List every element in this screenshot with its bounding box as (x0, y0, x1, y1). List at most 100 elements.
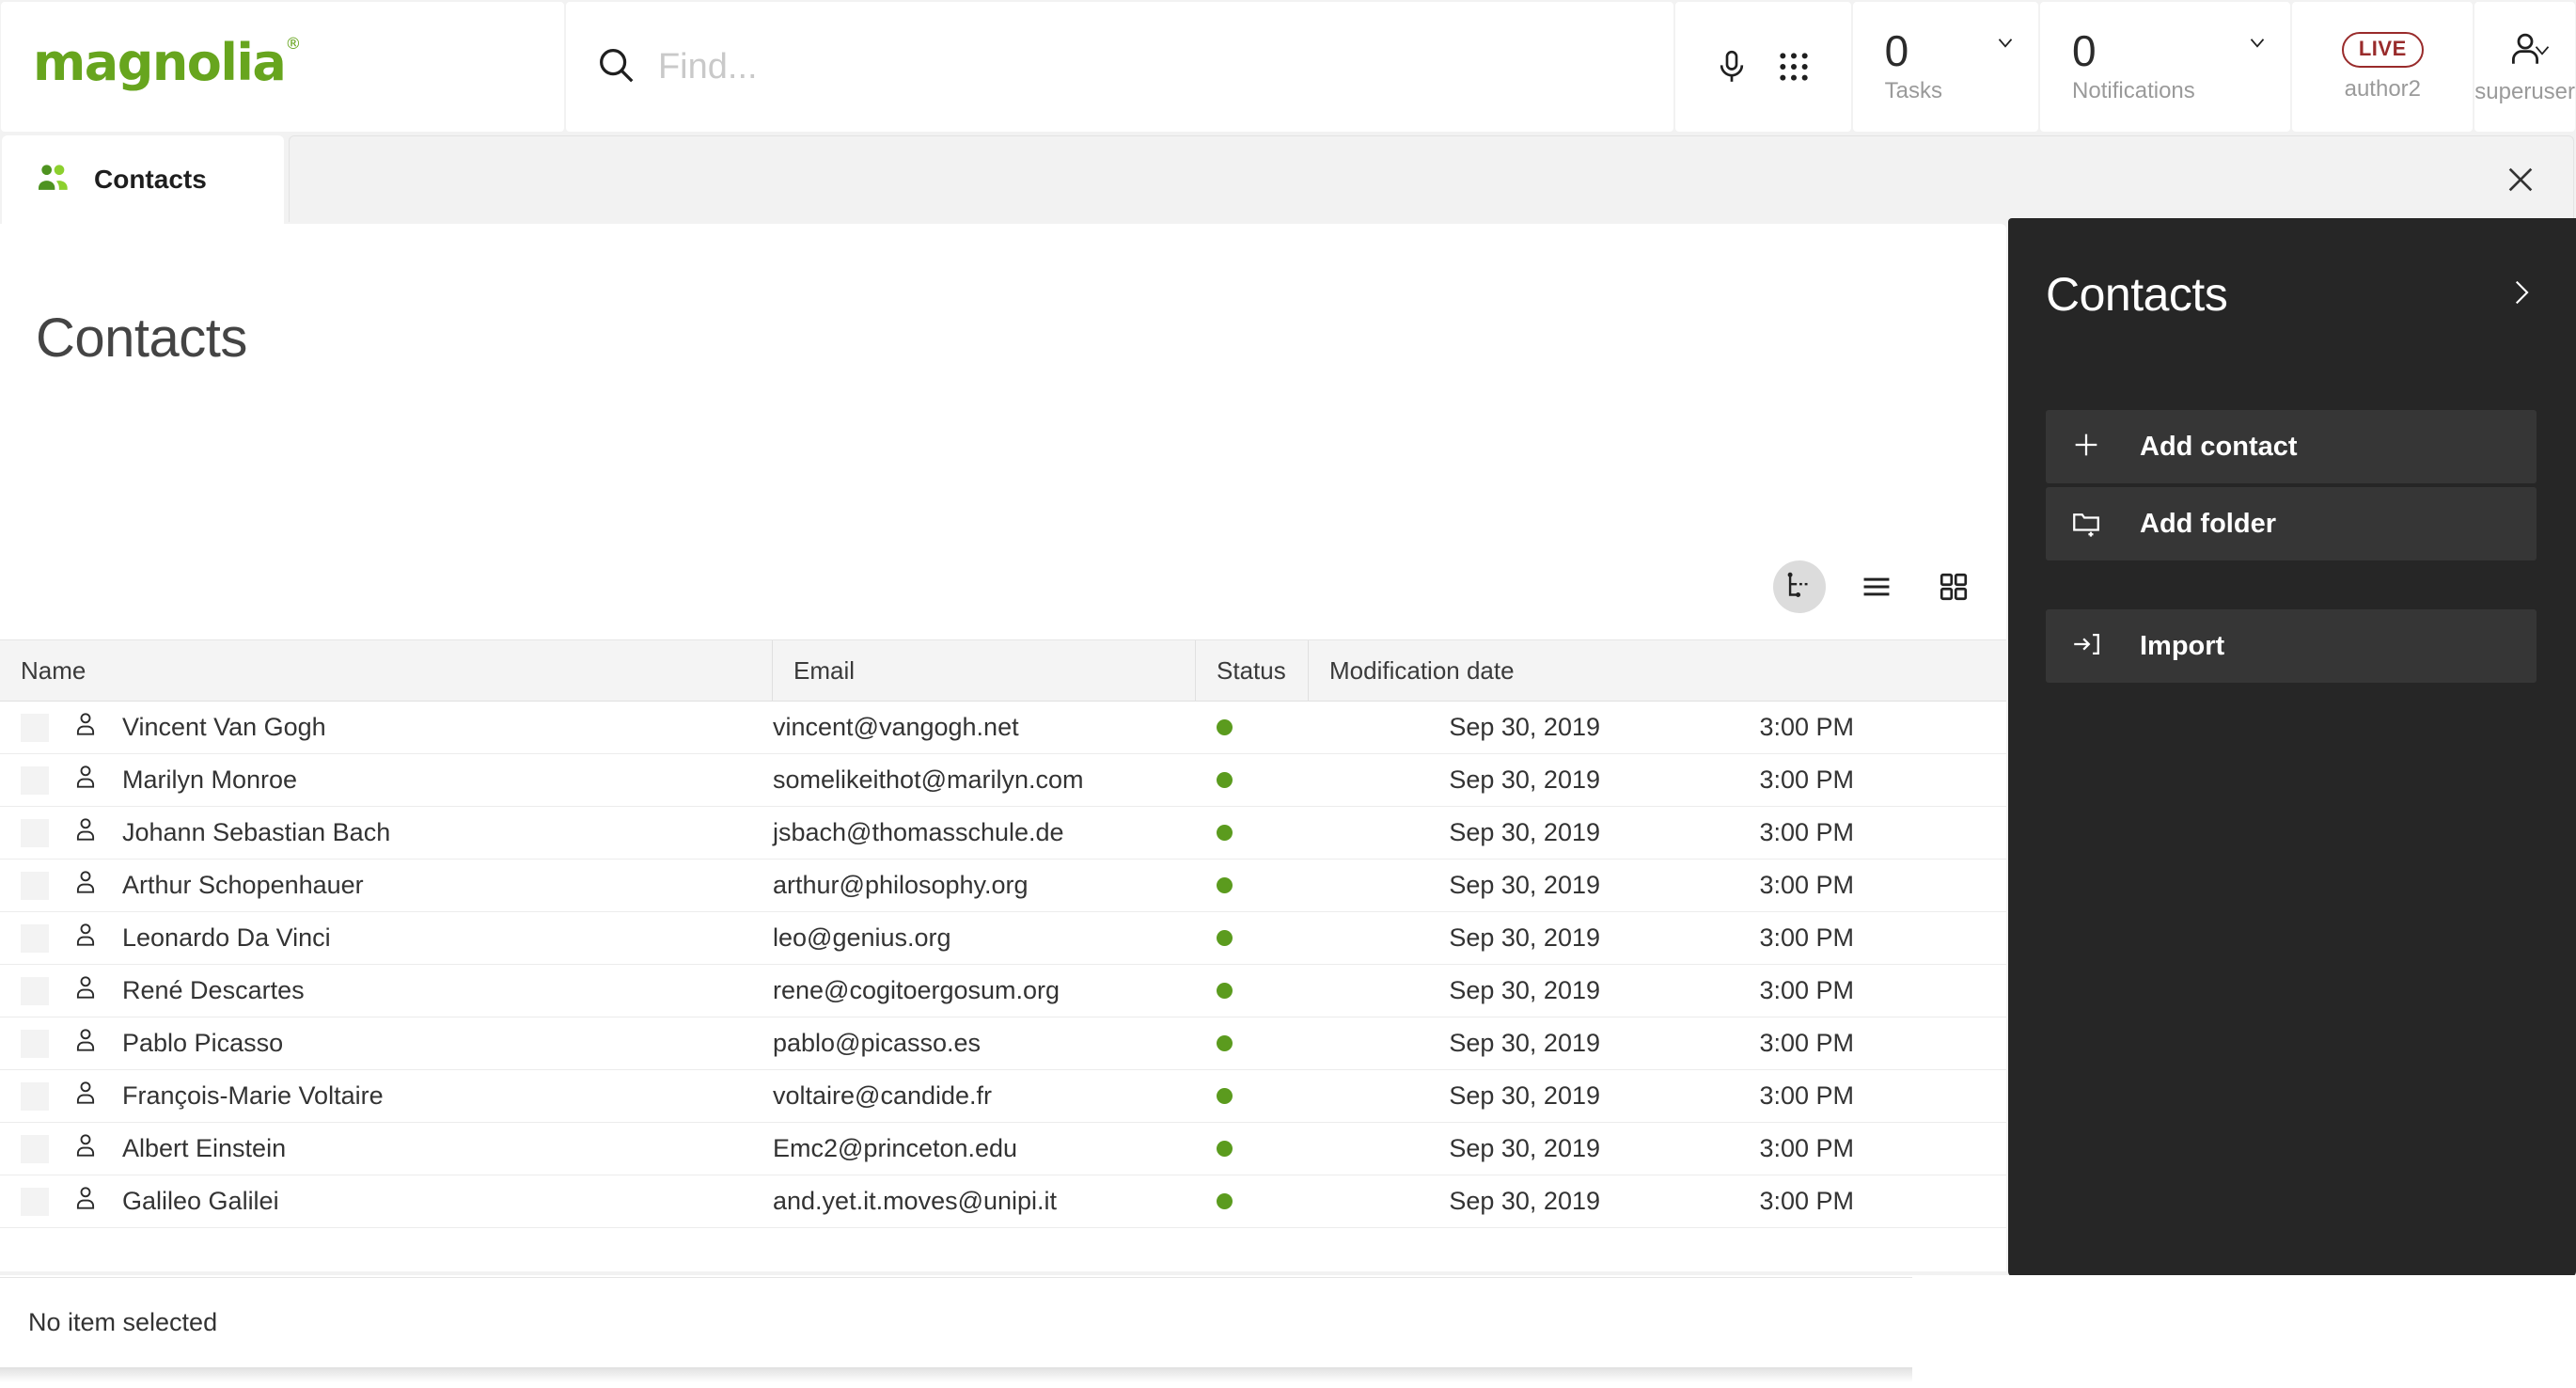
contacts-table: Name Email Status Modification date Vinc… (0, 639, 2006, 1228)
list-view-toggle[interactable] (1850, 560, 1903, 613)
username-label: superuser (2474, 78, 2576, 104)
search-bar[interactable] (565, 2, 1673, 132)
cell-status (1196, 1193, 1309, 1209)
brand-logo[interactable]: magnolia® (1, 2, 564, 132)
chevron-down-icon[interactable] (2245, 30, 2270, 59)
row-checkbox[interactable] (21, 871, 49, 900)
import-arrow-icon (2070, 628, 2102, 665)
modification-time: 3:00 PM (1759, 1134, 1854, 1162)
table-row[interactable]: Albert Einstein Emc2@princeton.edu Sep 30,… (0, 1123, 2006, 1175)
status-dot (1217, 930, 1233, 946)
contact-email: and.yet.it.moves@unipi.it (773, 1187, 1058, 1215)
modification-date: Sep 30, 2019 (1449, 871, 1600, 899)
close-icon[interactable] (2505, 164, 2537, 200)
person-icon (71, 1079, 100, 1113)
person-icon (71, 1131, 100, 1166)
instance-label: author2 (2344, 75, 2422, 102)
row-checkbox[interactable] (21, 1081, 49, 1111)
table-row[interactable]: René Descartes rene@cogitoergosum.org Sep … (0, 965, 2006, 1017)
cell-name: Albert Einstein (0, 1131, 773, 1166)
person-icon (71, 710, 100, 745)
modification-date: Sep 30, 2019 (1449, 1081, 1600, 1110)
plus-icon (2070, 429, 2102, 465)
tab-label: Contacts (94, 165, 207, 194)
cell-name: Johann Sebastian Bach (0, 815, 773, 850)
cell-modification-date: Sep 30, 2019 3:00 PM (1309, 923, 2006, 953)
tree-view-toggle[interactable] (1773, 560, 1826, 613)
row-checkbox[interactable] (21, 713, 49, 742)
cell-email: leo@genius.org (773, 923, 1196, 953)
row-checkbox[interactable] (21, 923, 49, 953)
tab-contacts[interactable]: Contacts (2, 135, 284, 224)
thumbnail-view-toggle[interactable] (1927, 560, 1980, 613)
row-checkbox[interactable] (21, 1029, 49, 1058)
search-input[interactable] (657, 46, 1598, 87)
contacts-people-icon (34, 159, 71, 201)
table-row[interactable]: Leonardo Da Vinci leo@genius.org Sep 30, 2… (0, 912, 2006, 965)
cell-status (1196, 983, 1309, 999)
table-row[interactable]: Johann Sebastian Bach jsbach@thomasschule… (0, 807, 2006, 860)
chevron-right-icon[interactable] (2505, 276, 2537, 313)
status-dot (1217, 877, 1233, 893)
column-header-status[interactable]: Status (1196, 640, 1309, 701)
logo-text: magnolia® (33, 33, 301, 92)
folder-plus-icon (2070, 506, 2102, 543)
row-checkbox[interactable] (21, 976, 49, 1005)
cell-status (1196, 1035, 1309, 1051)
contact-name: Albert Einstein (122, 1134, 287, 1162)
modification-time: 3:00 PM (1759, 1187, 1854, 1215)
person-icon (71, 1184, 100, 1219)
chevron-down-icon[interactable] (2530, 38, 2554, 67)
microphone-icon[interactable] (1713, 48, 1751, 86)
tasks-menu[interactable]: 0 Tasks (1852, 2, 2039, 132)
column-header-modification-date[interactable]: Modification date (1309, 640, 2006, 701)
app-grid-icon[interactable] (1775, 48, 1813, 86)
table-row[interactable]: Galileo Galilei and.yet.it.moves@unipi.it… (0, 1175, 2006, 1228)
column-header-name[interactable]: Name (0, 640, 773, 701)
selection-status-text: No item selected (28, 1308, 218, 1336)
contact-name: Pablo Picasso (122, 1029, 284, 1057)
action-panel-buttons: Add contact Add folder Import (2008, 410, 2576, 683)
modification-time: 3:00 PM (1759, 713, 1854, 741)
contact-email: arthur@philosophy.org (773, 871, 1029, 899)
contact-name: Johann Sebastian Bach (122, 818, 391, 846)
row-checkbox[interactable] (21, 765, 49, 795)
table-row[interactable]: François-Marie Voltaire voltaire@candide.… (0, 1070, 2006, 1123)
cell-modification-date: Sep 30, 2019 3:00 PM (1309, 713, 2006, 742)
contact-email: jsbach@thomasschule.de (773, 818, 1064, 846)
column-header-email[interactable]: Email (773, 640, 1196, 701)
cell-status (1196, 719, 1309, 735)
row-checkbox[interactable] (21, 1187, 49, 1216)
cell-name: Marilyn Monroe (0, 763, 773, 797)
status-dot (1217, 719, 1233, 735)
chevron-down-icon[interactable] (1993, 30, 2018, 59)
publication-status[interactable]: LIVE author2 (2292, 2, 2474, 132)
row-checkbox[interactable] (21, 818, 49, 847)
add-contact-button[interactable]: Add contact (2046, 410, 2537, 483)
notifications-menu[interactable]: 0 Notifications (2040, 2, 2291, 132)
table-row[interactable]: Vincent Van Gogh vincent@vangogh.net Sep 3… (0, 702, 2006, 754)
modification-time: 3:00 PM (1759, 765, 1854, 794)
cell-modification-date: Sep 30, 2019 3:00 PM (1309, 1134, 2006, 1163)
add-folder-button[interactable]: Add folder (2046, 487, 2537, 560)
contact-email: voltaire@candide.fr (773, 1081, 993, 1110)
action-panel-title: Contacts (2046, 268, 2228, 321)
action-panel-header: Contacts (2008, 218, 2576, 322)
table-row[interactable]: Pablo Picasso pablo@picasso.es Sep 30, 201… (0, 1017, 2006, 1070)
table-row[interactable]: Arthur Schopenhauer arthur@philosophy.org… (0, 860, 2006, 912)
table-header-row: Name Email Status Modification date (0, 639, 2006, 702)
status-dot (1217, 983, 1233, 999)
status-dot (1217, 1193, 1233, 1209)
modification-time: 3:00 PM (1759, 818, 1854, 846)
contact-email: vincent@vangogh.net (773, 713, 1019, 741)
cell-modification-date: Sep 30, 2019 3:00 PM (1309, 976, 2006, 1005)
row-checkbox[interactable] (21, 1134, 49, 1163)
import-button[interactable]: Import (2046, 609, 2537, 683)
user-menu[interactable]: superuser (2474, 2, 2576, 132)
cell-email: and.yet.it.moves@unipi.it (773, 1187, 1196, 1216)
table-row[interactable]: Marilyn Monroe somelikeithot@marilyn.com S… (0, 754, 2006, 807)
notifications-label: Notifications (2072, 78, 2195, 103)
top-header-bar: magnolia® Find... 0 Tasks 0 Notification… (0, 0, 2576, 134)
header-icon-group (1674, 2, 1851, 132)
modification-time: 3:00 PM (1759, 976, 1854, 1004)
